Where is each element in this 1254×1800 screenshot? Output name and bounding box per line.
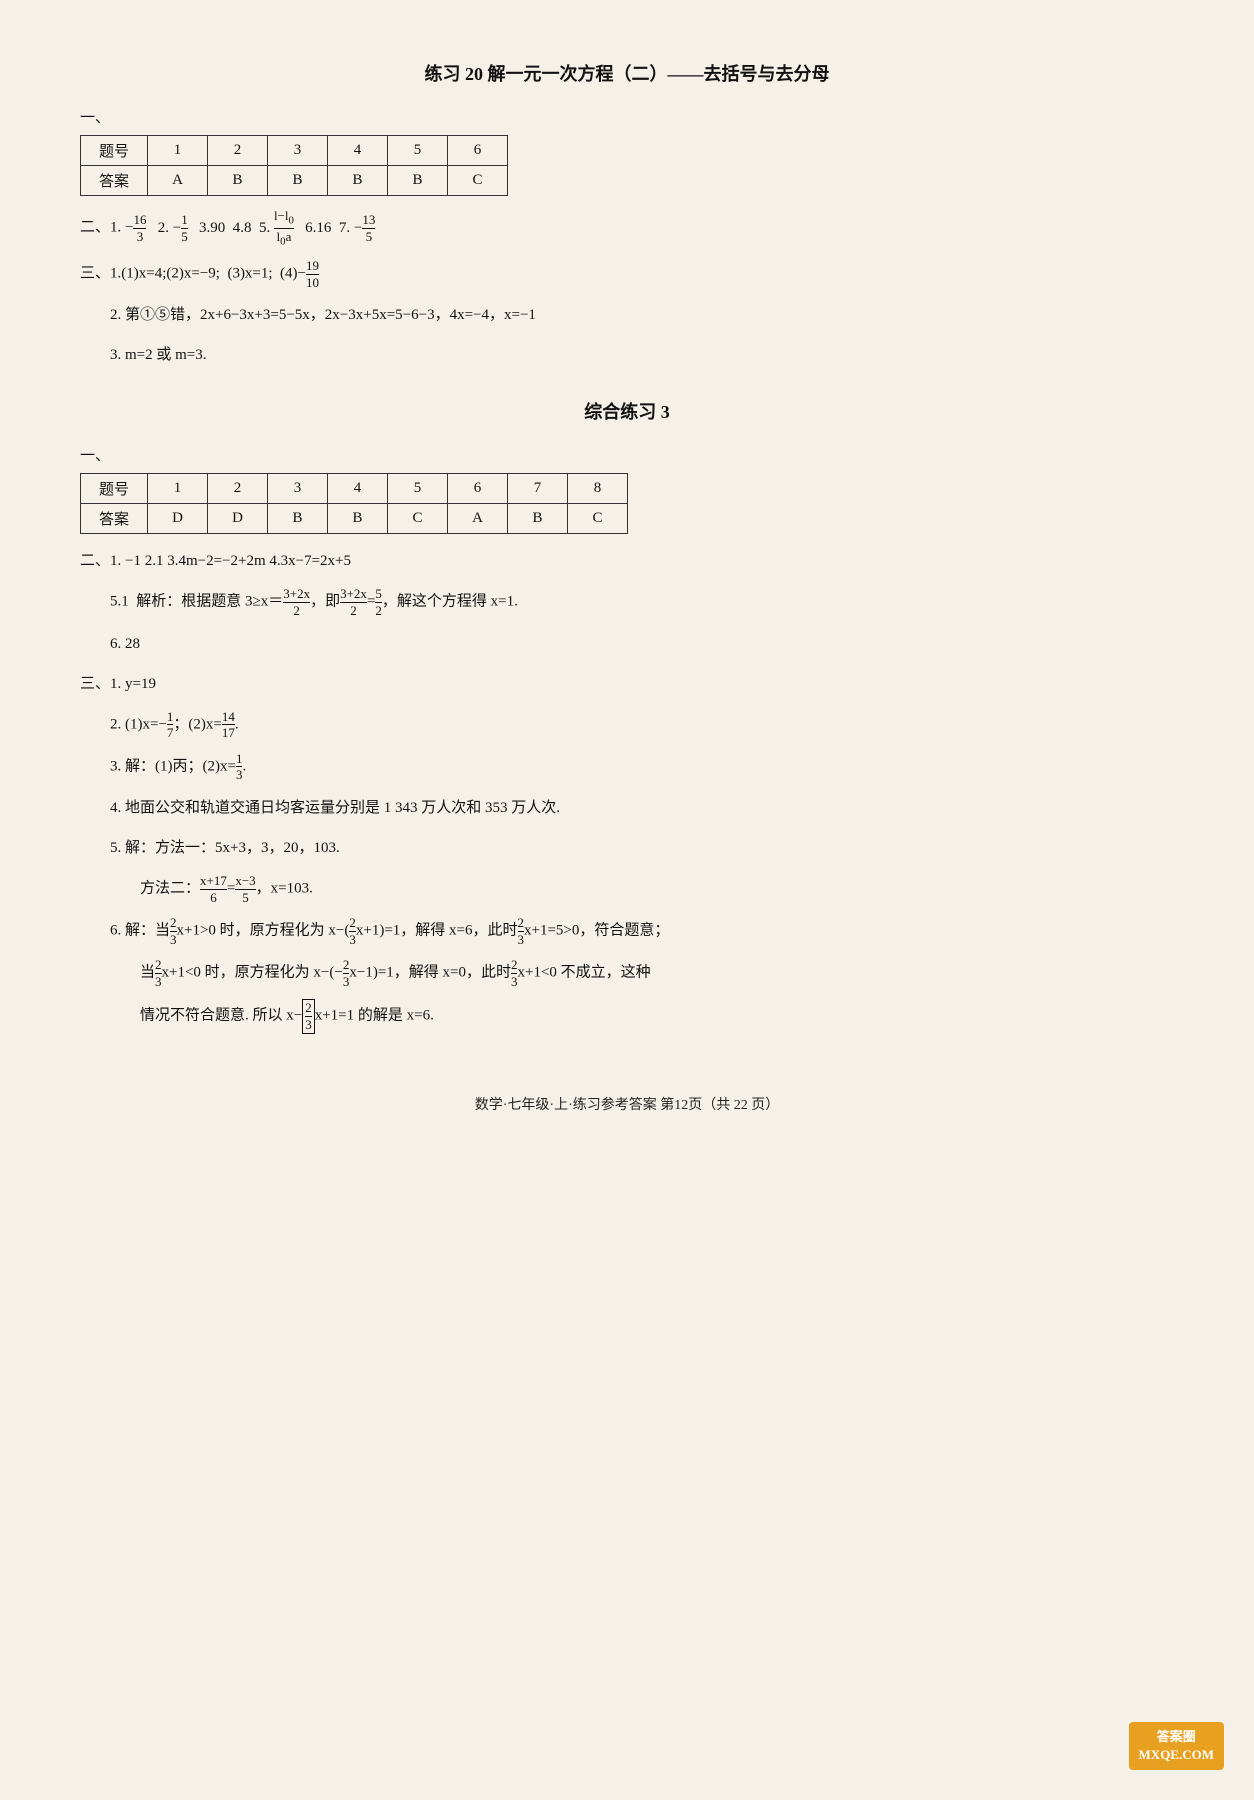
table2-header-4: 4 [328, 474, 388, 504]
section3-3: 3. m=2 或 m=3. [110, 340, 1174, 370]
section6-5b: 方法二：x+176=x−35，x=103. [140, 873, 1174, 905]
section6-6b: 当23x+1<0 时，原方程化为 x−(−23x−1)=1，解得 x=0，此时2… [140, 957, 1174, 989]
table1-row1-4: B [328, 166, 388, 196]
section6-6a: 6. 解：当23x+1>0 时，原方程化为 x−(23x+1)=1，解得 x=6… [110, 915, 1174, 947]
table1-header-3: 3 [268, 136, 328, 166]
table2-header-7: 7 [508, 474, 568, 504]
table1-row1-6: C [448, 166, 508, 196]
section6-1: 三、1. y=19 [80, 669, 1174, 699]
s2-2: 2. −15 [150, 220, 187, 236]
section6-4: 4. 地面公交和轨道交通日均客运量分别是 1 343 万人次和 353 万人次. [110, 793, 1174, 823]
watermark: 答案圈 MXQE.COM [1129, 1722, 1224, 1770]
table2-header-6: 6 [448, 474, 508, 504]
table2-header-3: 3 [268, 474, 328, 504]
table1-header-6: 6 [448, 136, 508, 166]
table1-row1-2: B [208, 166, 268, 196]
table2-row1-5: C [388, 504, 448, 534]
title2: 综合练习 3 [80, 398, 1174, 424]
s2-3: 3.90 4.8 5. l−l0l0a [191, 220, 293, 236]
table2-header-1: 1 [148, 474, 208, 504]
table1-row1-5: B [388, 166, 448, 196]
table1: 题号 1 2 3 4 5 6 答案 A B B B B C [80, 135, 508, 196]
table2-header-5: 5 [388, 474, 448, 504]
table1-row1-3: B [268, 166, 328, 196]
table2-row1-7: B [508, 504, 568, 534]
section6-5a: 5. 解：方法一：5x+3，3，20，103. [110, 833, 1174, 863]
section3-1: 三、1.(1)x=4;(2)x=−9; (3)x=1; (4)−1910 [80, 258, 1174, 290]
table1-header-5: 5 [388, 136, 448, 166]
section2-label: 二、1. − [80, 220, 133, 236]
table1-header-4: 4 [328, 136, 388, 166]
s2-frac1: 163 [133, 220, 146, 236]
section6-2: 2. (1)x=−17；(2)x=1417. [110, 709, 1174, 741]
table2-header-2: 2 [208, 474, 268, 504]
table1-row1-0: 答案 [81, 166, 148, 196]
section4-label: 一、 [80, 444, 1174, 465]
section5-6: 6. 28 [110, 629, 1174, 659]
table2-header-8: 8 [568, 474, 628, 504]
section5-answers: 二、1. −1 2.1 3.4m−2=−2+2m 4.3x−7=2x+5 [80, 546, 1174, 576]
table2-row1-4: B [328, 504, 388, 534]
table1-header-2: 2 [208, 136, 268, 166]
s2-6: 6.16 7. −135 [298, 220, 376, 236]
section6-3: 3. 解：(1)丙；(2)x=13. [110, 751, 1174, 783]
section1-label: 一、 [80, 106, 1174, 127]
table2-row1-1: D [148, 504, 208, 534]
table1-header-0: 题号 [81, 136, 148, 166]
table2-row1-3: B [268, 504, 328, 534]
section5-5: 5.1 解析：根据题意 3≥x＝3+2x2，即3+2x2=52，解这个方程得 x… [110, 586, 1174, 618]
table1-row1-1: A [148, 166, 208, 196]
table2-header-0: 题号 [81, 474, 148, 504]
page: 练习 20 解一元一次方程（二）——去括号与去分母 一、 题号 1 2 3 4 … [0, 0, 1254, 1800]
title1: 练习 20 解一元一次方程（二）——去括号与去分母 [80, 60, 1174, 86]
section6-6c: 情况不符合题意. 所以 x−23x+1=1 的解是 x=6. [140, 999, 1174, 1033]
section2-answers: 二、1. −163 2. −15 3.90 4.8 5. l−l0l0a 6.1… [80, 208, 1174, 248]
table2-row1-6: A [448, 504, 508, 534]
footer: 数学·七年级·上·练习参考答案 第12页（共 22 页） [80, 1094, 1174, 1114]
watermark-line1: 答案圈 [1139, 1728, 1214, 1746]
table2-row1-0: 答案 [81, 504, 148, 534]
table1-header-1: 1 [148, 136, 208, 166]
table2: 题号 1 2 3 4 5 6 7 8 答案 D D B B C A B C [80, 473, 628, 534]
table2-row1-8: C [568, 504, 628, 534]
watermark-line2: MXQE.COM [1139, 1746, 1214, 1764]
table2-row1-2: D [208, 504, 268, 534]
section3-2: 2. 第①⑤错，2x+6−3x+3=5−5x，2x−3x+5x=5−6−3，4x… [110, 300, 1174, 330]
